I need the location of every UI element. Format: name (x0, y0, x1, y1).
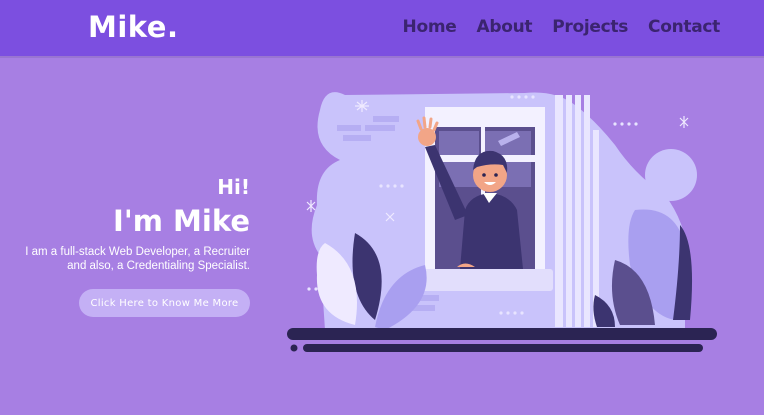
nav-link-about[interactable]: About (476, 17, 532, 37)
hero-illustration (287, 92, 717, 352)
nav-link-home[interactable]: Home (403, 17, 457, 37)
main-nav: Home About Projects Contact (403, 17, 721, 37)
site-logo[interactable]: Mike. (88, 10, 179, 44)
nav-link-projects[interactable]: Projects (552, 17, 628, 37)
nav-link-contact[interactable]: Contact (648, 17, 720, 37)
hero-name-heading: I'm Mike (113, 204, 250, 238)
navbar: Mike. Home About Projects Contact (0, 0, 764, 56)
hero-tagline: I am a full-stack Web Developer, a Recru… (25, 246, 250, 272)
hero-greeting: Hi! (217, 175, 250, 199)
hero-text: Hi! I'm Mike I am a full-stack Web Devel… (10, 175, 250, 273)
know-me-more-button[interactable]: Click Here to Know Me More (79, 289, 250, 317)
ground-shadow (287, 328, 717, 352)
